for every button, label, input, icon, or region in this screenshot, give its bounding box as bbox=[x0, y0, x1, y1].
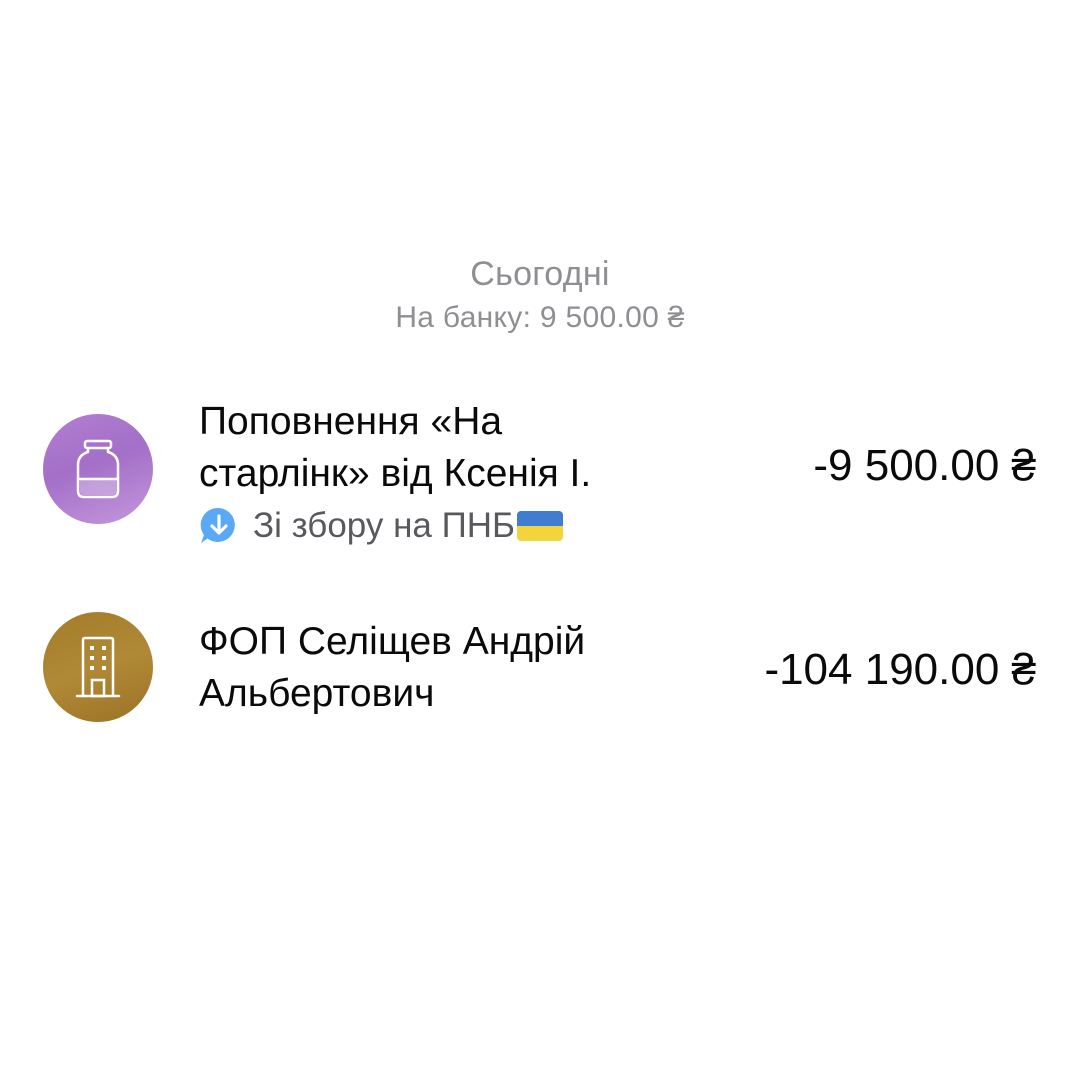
jar-balance: На банку: 9 500.00 ₴ bbox=[395, 301, 685, 334]
transaction-title: Поповнення «На старлінк» від Ксенія І. bbox=[199, 396, 679, 500]
transaction-title-line1: ФОП Селіщев Андрій bbox=[199, 620, 586, 663]
transaction-title: ФОП Селіщев Андрій Альбертович bbox=[199, 616, 679, 720]
transaction-comment: Зі збору на ПНБ bbox=[199, 504, 564, 548]
building-icon bbox=[75, 636, 121, 698]
jar-icon bbox=[76, 439, 120, 499]
ukraine-flag-icon bbox=[517, 511, 564, 541]
transaction-title-line2: старлінк» від Ксенія І. bbox=[199, 452, 592, 495]
transaction-title-line1: Поповнення «На bbox=[199, 400, 503, 443]
transaction-amount: -9 500.00 ₴ bbox=[813, 441, 1036, 490]
transaction-title-line2: Альбертович bbox=[199, 672, 435, 715]
transaction-avatar bbox=[43, 612, 153, 722]
transaction-comment-text: Зі збору на ПНБ bbox=[253, 506, 516, 545]
comment-arrow-down-icon bbox=[200, 507, 235, 543]
transaction-avatar bbox=[43, 414, 153, 524]
section-header: Сьогодні На банку: 9 500.00 ₴ bbox=[0, 252, 1080, 338]
transaction-row[interactable]: Поповнення «На старлінк» від Ксенія І. З… bbox=[0, 396, 1080, 556]
transaction-amount: -104 190.00 ₴ bbox=[764, 645, 1036, 694]
section-date-title: Сьогодні bbox=[470, 255, 610, 293]
transaction-row[interactable]: ФОП Селіщев Андрій Альбертович -104 190.… bbox=[0, 606, 1080, 726]
